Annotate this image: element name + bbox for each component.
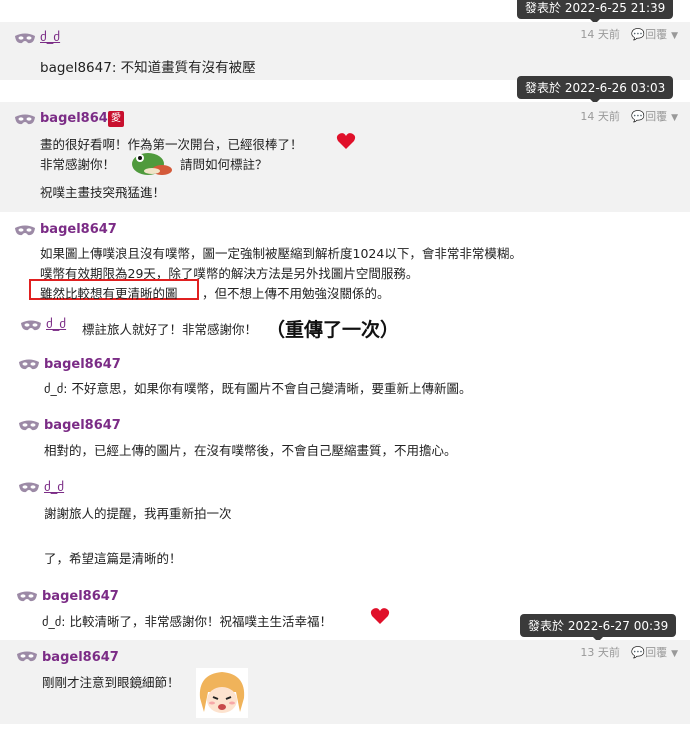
frog-sticker-icon (132, 153, 172, 175)
username-link[interactable]: bagel8647 (44, 418, 121, 433)
relative-time: 14 天前 (580, 110, 620, 123)
username-link[interactable]: bagel8647 (44, 357, 121, 372)
highlighted-text: 雖然比較想有更清晰的圖 (40, 286, 178, 301)
response-text: 了，希望這篇是清晰的！ (44, 551, 182, 566)
heart-emoticon-icon (336, 133, 356, 149)
response-meta: 14 天前 💬回覆 ▼ (580, 26, 678, 42)
response-item: ძ_ძ 標註旅人就好了！非常感謝你！ （重傳了一次） (0, 312, 690, 348)
mask-avatar-icon[interactable] (14, 113, 36, 127)
username-link[interactable]: ძ_ძ (44, 480, 64, 495)
response-item: bagel8647 如果圖上傳噗浪且沒有噗幣，圖一定強制被壓縮到解析度1024以… (0, 218, 690, 302)
response-item: bagel8647 愛 14 天前 💬回覆 ▼ 畫的很好看啊！作為第一次開台，已經… (0, 102, 690, 212)
post-timestamp-tooltip: 發表於 2022-6-27 00:39 (520, 614, 677, 642)
response-item: bagel8647 ძ_ძ: 不好意思，如果你有噗幣，既有圖片不會自己變清晰，要… (0, 352, 690, 400)
username-link[interactable]: ძ_ძ (46, 317, 66, 332)
post-timestamp-tooltip: 發表於 2022-6-26 03:03 (517, 76, 674, 104)
username-link[interactable]: bagel8647 (40, 111, 117, 126)
response-text: 祝噗主畫技突飛猛進！ (40, 185, 166, 200)
response-text: 請問如何標註？ (180, 157, 268, 172)
username-link[interactable]: bagel8647 (40, 222, 117, 237)
response-meta: 14 天前 💬回覆 ▼ (580, 108, 678, 124)
response-text: 非常感謝你！ (40, 157, 116, 172)
response-text: 剛剛才注意到眼鏡細節！ (42, 675, 180, 690)
mask-avatar-icon[interactable] (18, 419, 40, 433)
chevron-down-icon[interactable]: ▼ (671, 113, 678, 123)
love-badge: 愛 (108, 111, 124, 127)
anime-girl-sticker-icon (196, 668, 248, 718)
mask-avatar-icon[interactable] (14, 224, 36, 238)
reply-icon[interactable]: 💬 (631, 28, 645, 41)
reply-link[interactable]: 回覆 (645, 646, 667, 659)
reply-link[interactable]: 回覆 (645, 28, 667, 41)
mask-avatar-icon[interactable] (16, 590, 38, 604)
reply-icon[interactable]: 💬 (631, 646, 645, 659)
response-item: ძ_ძ 謝謝旅人的提醒，我再重新拍一次 了，希望這篇是清晰的！ (0, 476, 690, 572)
response-text: 相對的，已經上傳的圖片，在沒有噗幣後，不會自己壓縮畫質，不用擔心。 (44, 443, 457, 458)
response-text: ძ_ძ: 不好意思，如果你有噗幣，既有圖片不會自己變清晰，要重新上傳新圖。 (44, 381, 472, 396)
reply-icon[interactable]: 💬 (631, 110, 645, 123)
response-text: bagel8647: 不知道畫質有沒有被壓 (40, 60, 256, 76)
response-meta: 13 天前 💬回覆 ▼ (580, 644, 678, 660)
mask-avatar-icon[interactable] (18, 481, 40, 495)
response-item: bagel8647 13 天前 💬回覆 ▼ 剛剛才注意到眼鏡細節！ (0, 640, 690, 724)
handwritten-note: （重傳了一次） (266, 319, 400, 341)
reply-link[interactable]: 回覆 (645, 110, 667, 123)
username-link[interactable]: ძ_ძ (40, 30, 60, 45)
mask-avatar-icon[interactable] (20, 319, 42, 333)
chevron-down-icon[interactable]: ▼ (671, 649, 678, 659)
username-link[interactable]: bagel8647 (42, 589, 119, 604)
response-text: 謝謝旅人的提醒，我再重新拍一次 (44, 506, 232, 521)
mask-avatar-icon[interactable] (18, 358, 40, 372)
response-text: 如果圖上傳噗浪且沒有噗幣，圖一定強制被壓縮到解析度1024以下，會非常非常模糊。 (40, 246, 522, 261)
response-item: bagel8647 相對的，已經上傳的圖片，在沒有噗幣後，不會自己壓縮畫質，不用… (0, 414, 690, 462)
heart-emoticon-icon (370, 608, 390, 624)
relative-time: 13 天前 (580, 646, 620, 659)
mask-avatar-icon[interactable] (14, 32, 36, 46)
relative-time: 14 天前 (580, 28, 620, 41)
response-item: ძ_ძ 14 天前 💬回覆 ▼ bagel8647: 不知道畫質有沒有被壓 (0, 22, 690, 80)
post-timestamp-tooltip: 發表於 2022-6-25 21:39 (517, 0, 674, 24)
mask-avatar-icon[interactable] (16, 650, 38, 664)
username-link[interactable]: bagel8647 (42, 650, 119, 665)
response-text: ，但不想上傳不用勉強沒關係的。 (202, 286, 390, 301)
response-text: 標註旅人就好了！非常感謝你！ (82, 322, 258, 337)
response-text: ძ_ძ: 比較清晰了，非常感謝你！祝福噗主生活幸福！ (42, 614, 332, 629)
chevron-down-icon[interactable]: ▼ (671, 31, 678, 41)
